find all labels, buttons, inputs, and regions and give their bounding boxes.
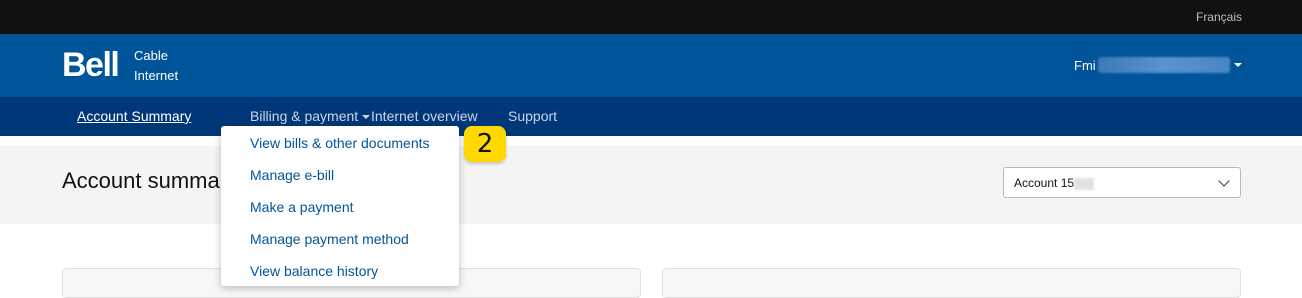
bell-logo[interactable]: Bell — [62, 46, 120, 84]
menu-item-make-payment[interactable]: Make a payment — [250, 199, 354, 215]
step-number-badge: 2 — [464, 126, 506, 162]
main-nav: Account Summary Billing & payment Intern… — [0, 97, 1302, 136]
caret-down-icon — [1233, 63, 1242, 67]
account-selector-value: Account 15 — [1014, 176, 1075, 190]
product-label: Cable Internet — [134, 46, 178, 86]
user-name-redacted — [1097, 57, 1230, 73]
billing-dropdown-menu: View bills & other documents Manage e-bi… — [221, 126, 459, 286]
menu-item-manage-payment-method[interactable]: Manage payment method — [250, 231, 409, 247]
summary-card-right — [662, 268, 1241, 298]
site-header: Bell Cable Internet Fmi — [0, 34, 1302, 97]
product-label-line1: Cable — [134, 48, 168, 63]
top-utility-bar: Français — [0, 0, 1302, 34]
menu-item-view-bills[interactable]: View bills & other documents — [250, 135, 430, 151]
chevron-down-icon — [1218, 175, 1230, 187]
account-number-redacted — [1074, 177, 1095, 190]
account-selector[interactable]: Account 15 — [1003, 167, 1241, 198]
page-title-band: Account summary Account 15 — [0, 146, 1302, 224]
user-name: Fmi — [1074, 57, 1096, 73]
nav-billing-payment-label: Billing & payment — [250, 108, 359, 124]
nav-account-summary[interactable]: Account Summary — [77, 108, 191, 124]
user-menu[interactable]: Fmi — [1074, 57, 1242, 73]
page-title: Account summary — [62, 168, 222, 193]
product-label-line2: Internet — [134, 68, 179, 83]
menu-item-manage-ebill[interactable]: Manage e-bill — [250, 167, 334, 183]
nav-billing-payment[interactable]: Billing & payment — [250, 108, 371, 124]
nav-internet-overview[interactable]: Internet overview — [371, 108, 478, 124]
nav-support[interactable]: Support — [508, 108, 557, 124]
language-toggle-link[interactable]: Français — [1196, 10, 1242, 24]
caret-down-icon — [362, 115, 371, 120]
menu-item-view-balance-history[interactable]: View balance history — [250, 263, 378, 279]
